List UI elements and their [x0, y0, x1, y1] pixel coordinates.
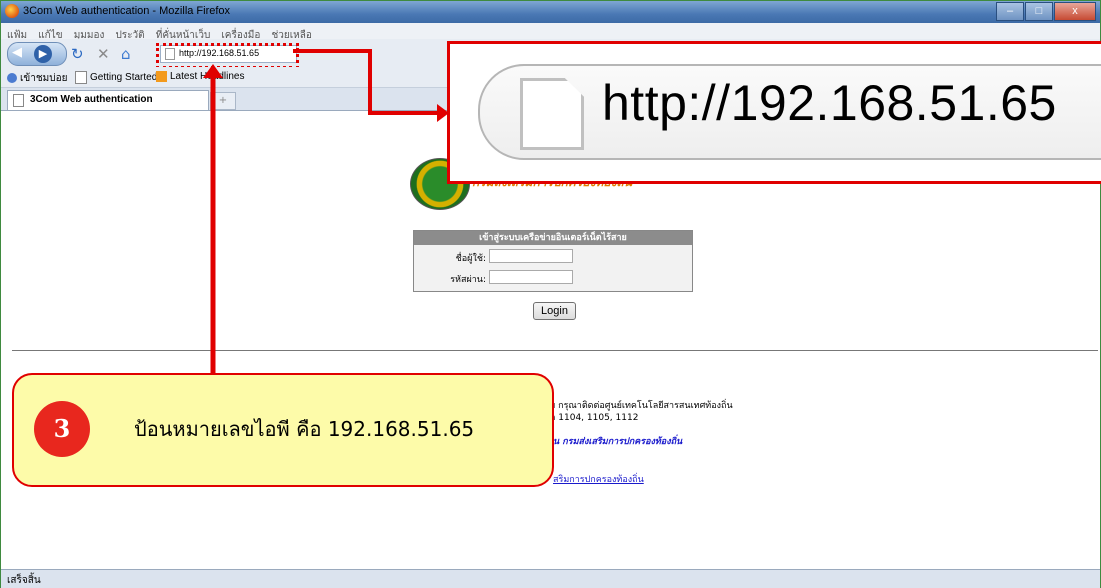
arrow-head-up: [203, 64, 223, 78]
instruction-text: ป้อนหมายเลขไอพี คือ 192.168.51.65: [134, 417, 475, 441]
step-number-badge: 3: [34, 401, 90, 457]
annotation-arrows: [203, 49, 449, 376]
connector-line: [293, 49, 437, 115]
arrow-head-right: [437, 104, 449, 122]
status-bar: เสร็จสิ้น: [1, 569, 1100, 588]
status-text: เสร็จสิ้น: [7, 575, 41, 586]
instruction-callout: 3 ป้อนหมายเลขไอพี คือ 192.168.51.65: [12, 373, 554, 487]
